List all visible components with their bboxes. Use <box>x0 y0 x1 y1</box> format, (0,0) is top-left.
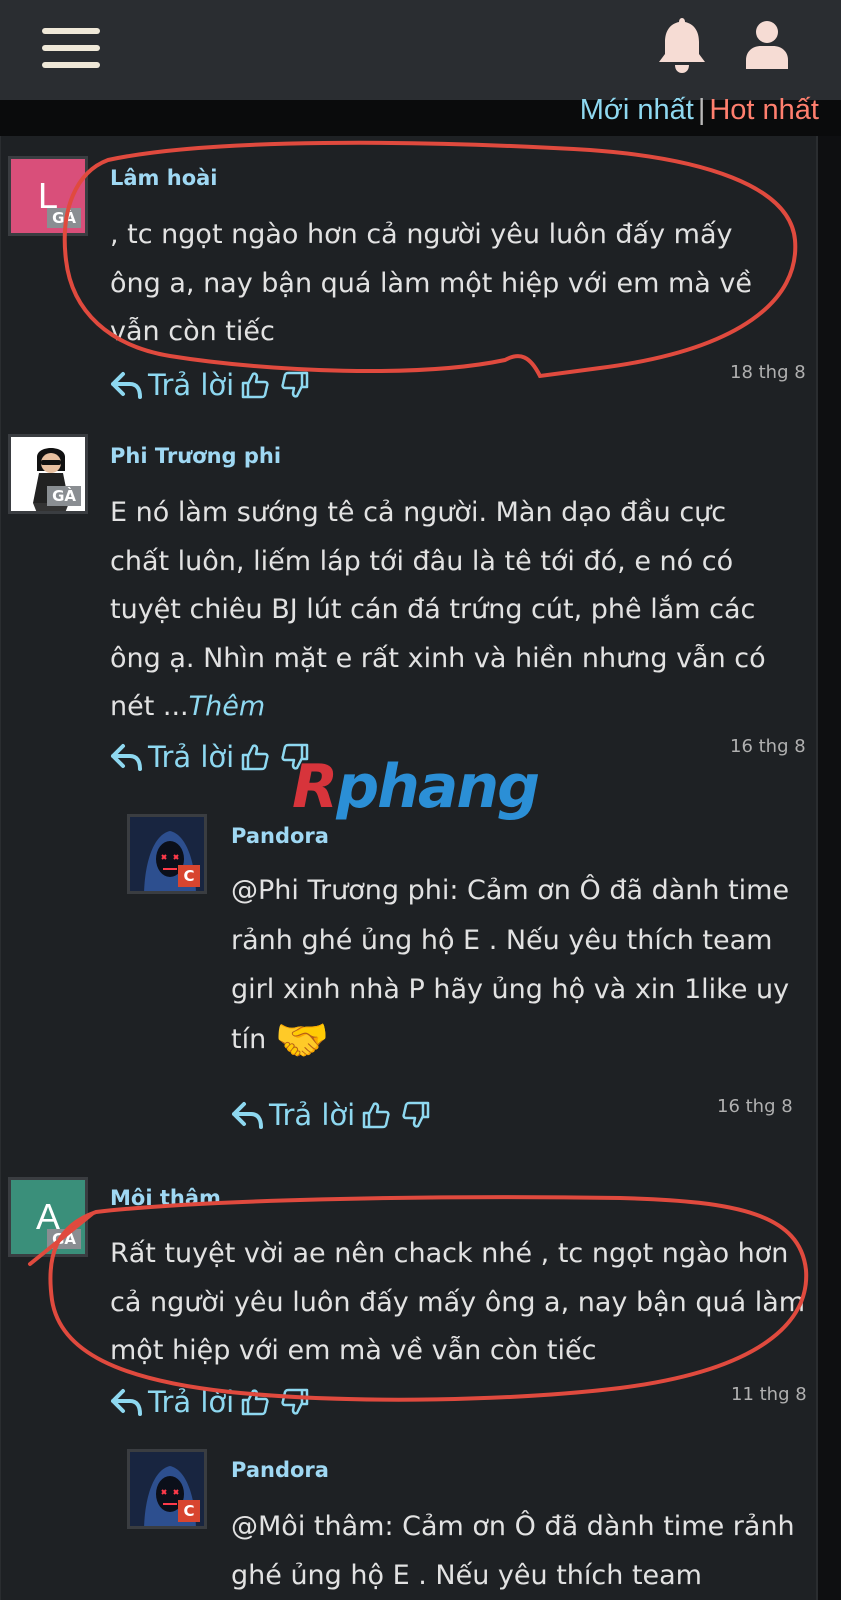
comment-text-content: E nó làm sướng tê cả người. Màn dạo đầu … <box>110 497 766 722</box>
comment-actions: Trả lời <box>231 1098 431 1132</box>
comment-date: 11 thg 8 <box>731 1384 807 1405</box>
avatar[interactable]: C <box>127 814 207 894</box>
reply-button[interactable]: Trả lời <box>148 368 234 402</box>
handshake-emoji: 🤝 <box>274 1014 330 1066</box>
thumbs-up-icon[interactable] <box>361 1100 391 1130</box>
comment-text: , tc ngọt ngào hơn cả người yêu luôn đấy… <box>110 219 753 347</box>
sort-newest-tab[interactable]: Mới nhất <box>580 94 694 126</box>
comment-author[interactable]: Lâm hoài <box>110 166 218 190</box>
avatar[interactable]: L GÀ <box>8 156 88 236</box>
rank-badge: C <box>178 1500 200 1522</box>
thumbs-up-icon[interactable] <box>240 1387 270 1417</box>
bell-icon[interactable] <box>656 16 708 74</box>
comment-text: @Môi thâm: Cảm ơn Ô đã dành time rảnh gh… <box>231 1511 795 1591</box>
reply-icon[interactable] <box>110 1388 142 1416</box>
watermark-text: phang <box>336 752 540 822</box>
thumbs-up-icon[interactable] <box>240 742 270 772</box>
scroll-gutter <box>818 136 841 1600</box>
sort-tabs: Mới nhất | Hot nhất <box>580 94 819 127</box>
watermark-r: R <box>292 752 338 822</box>
hamburger-menu-icon[interactable] <box>42 28 100 68</box>
thumbs-down-icon[interactable] <box>280 1387 310 1417</box>
sort-separator: | <box>697 94 706 126</box>
reply-icon[interactable] <box>110 743 142 771</box>
comment-author[interactable]: Môi thâm <box>110 1186 221 1210</box>
comment-date: 18 thg 8 <box>730 362 806 383</box>
comment-actions: Trả lời <box>110 368 310 402</box>
comment-text: Rất tuyệt vời ae nên chack nhé , tc ngọt… <box>110 1238 806 1366</box>
thumbs-up-icon[interactable] <box>240 370 270 400</box>
site-watermark: Rphang <box>292 752 540 822</box>
avatar[interactable]: A GÀ <box>8 1177 88 1257</box>
comment-author[interactable]: Phi Trương phi <box>110 444 281 468</box>
show-more-link[interactable]: Thêm <box>189 691 266 722</box>
rank-badge: GÀ <box>47 486 81 506</box>
rank-badge: C <box>178 865 200 887</box>
reply-icon[interactable] <box>110 371 142 399</box>
comment-author[interactable]: Pandora <box>231 824 329 848</box>
comment-date: 16 thg 8 <box>730 736 806 757</box>
reply-button[interactable]: Trả lời <box>148 740 234 774</box>
user-icon[interactable] <box>744 20 790 70</box>
comment-text: E nó làm sướng tê cả người. Màn dạo đầu … <box>110 489 790 732</box>
rank-badge: GÀ <box>47 208 81 228</box>
thumbs-down-icon[interactable] <box>280 370 310 400</box>
reply-button[interactable]: Trả lời <box>148 1385 234 1419</box>
comment-actions: Trả lời <box>110 1385 310 1419</box>
sort-hot-tab[interactable]: Hot nhất <box>709 94 819 126</box>
top-bar <box>0 0 841 100</box>
reply-button[interactable]: Trả lời <box>269 1098 355 1132</box>
reply-icon[interactable] <box>231 1101 263 1129</box>
comment-actions: Trả lời <box>110 740 310 774</box>
thumbs-down-icon[interactable] <box>401 1100 431 1130</box>
comment-date: 16 thg 8 <box>717 1096 793 1117</box>
avatar[interactable]: GÀ <box>8 434 88 514</box>
rank-badge: GÀ <box>47 1229 81 1249</box>
comment-author[interactable]: Pandora <box>231 1458 329 1482</box>
comment-text: @Phi Trương phi: Cảm ơn Ô đã dành time r… <box>231 866 801 1065</box>
avatar[interactable]: C <box>127 1449 207 1529</box>
